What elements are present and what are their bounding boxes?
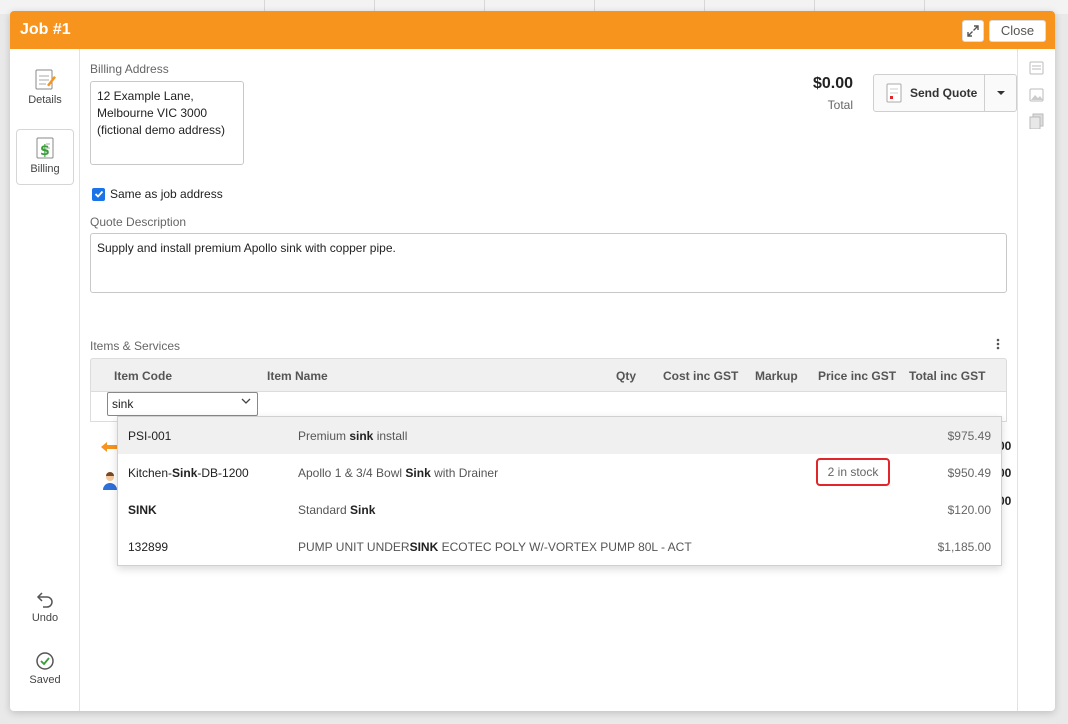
suggestion-row[interactable]: Kitchen-Sink-DB-1200 Apollo 1 & 3/4 Bowl… <box>118 454 1001 491</box>
suggestion-row[interactable]: PSI-001 Premium sink install $975.49 <box>118 417 1001 454</box>
send-quote-menu-button[interactable] <box>984 75 1016 111</box>
same-as-job-checkbox[interactable] <box>92 187 105 201</box>
left-rail: Details $ Billing Undo Saved <box>10 49 80 711</box>
suggestion-price: $1,185.00 <box>937 540 991 554</box>
send-quote-button[interactable]: Send Quote <box>874 75 984 111</box>
col-markup: Markup <box>755 369 798 383</box>
rail-item-details[interactable]: Details <box>16 61 74 117</box>
modal-header: Job #1 Close <box>10 11 1055 49</box>
item-code-search-input[interactable]: sink <box>107 392 258 416</box>
quote-document-icon <box>886 83 902 103</box>
total-label: Total <box>827 98 853 112</box>
svg-text:$: $ <box>40 143 50 159</box>
same-as-job-row[interactable]: Same as job address <box>92 187 223 201</box>
saved-check-icon <box>36 652 54 670</box>
rail-label-details: Details <box>28 94 62 106</box>
suggestion-code: SINK <box>128 503 157 517</box>
suggestion-price: $950.49 <box>947 466 991 480</box>
col-qty: Qty <box>616 369 637 383</box>
expand-button[interactable] <box>962 20 984 42</box>
col-item-code: Item Code <box>114 369 173 383</box>
send-quote-group: Send Quote <box>873 74 1017 112</box>
quote-description-field[interactable]: Supply and install premium Apollo sink w… <box>90 233 1007 293</box>
suggestion-name: Standard Sink <box>298 503 376 517</box>
saved-status: Saved <box>16 645 74 701</box>
suggestion-code: PSI-001 <box>128 429 172 443</box>
rail-item-billing[interactable]: $ Billing <box>16 129 74 185</box>
suggestion-row[interactable]: 132899 PUMP UNIT UNDERSINK ECOTEC POLY W… <box>118 528 1001 565</box>
item-code-search-value: sink <box>112 397 134 411</box>
total-amount: $0.00 <box>812 75 853 92</box>
image-icon[interactable] <box>1029 88 1044 102</box>
same-as-job-label: Same as job address <box>110 187 223 201</box>
copy-document-icon[interactable] <box>1029 113 1044 129</box>
notes-icon[interactable] <box>1029 61 1044 75</box>
suggestion-name: Apollo 1 & 3/4 Bowl Sink with Drainer <box>298 466 499 480</box>
suggestion-code: Kitchen-Sink-DB-1200 <box>128 466 249 480</box>
dollar-document-icon: $ <box>36 137 54 159</box>
suggestion-name: Premium sink install <box>298 429 408 443</box>
col-item-name: Item Name <box>267 369 328 383</box>
close-button[interactable]: Close <box>989 20 1046 42</box>
rail-label-billing: Billing <box>30 163 60 175</box>
send-quote-label: Send Quote <box>910 86 978 100</box>
suggestion-price: $120.00 <box>947 503 991 517</box>
undo-icon <box>36 592 53 608</box>
items-section-label: Items & Services <box>90 339 181 353</box>
suggestion-price: $975.49 <box>947 429 991 443</box>
saved-label: Saved <box>29 674 61 686</box>
reorder-arrow-icon <box>101 442 117 452</box>
checkmark-icon <box>94 190 103 198</box>
expand-icon <box>967 25 979 37</box>
col-price: Price inc GST <box>818 369 897 383</box>
suggestion-name: PUMP UNIT UNDERSINK ECOTEC POLY W/-VORTE… <box>298 540 692 554</box>
quote-description-label: Quote Description <box>90 215 187 229</box>
job-modal: Job #1 Close Details $ Billing Undo Save… <box>10 11 1055 711</box>
modal-title: Job #1 <box>20 21 71 38</box>
more-options-icon[interactable] <box>996 338 1000 350</box>
undo-label: Undo <box>31 612 59 624</box>
right-rail <box>1017 49 1055 711</box>
person-icon <box>103 472 117 490</box>
suggestion-row[interactable]: SINK Standard Sink $120.00 <box>118 491 1001 528</box>
billing-address-label: Billing Address <box>90 62 169 76</box>
billing-address-field[interactable]: 12 Example Lane, Melbourne VIC 3000 (fic… <box>90 81 244 165</box>
item-suggestions-dropdown: PSI-001 Premium sink install $975.49 Kit… <box>117 416 1002 566</box>
chevron-down-icon <box>241 398 251 404</box>
stock-badge: 2 in stock <box>816 458 890 486</box>
suggestion-code: 132899 <box>128 540 169 554</box>
caret-down-icon <box>996 91 1005 95</box>
col-total: Total inc GST <box>909 369 986 383</box>
items-table-header: Item Code Item Name Qty Cost inc GST Mar… <box>90 358 1007 392</box>
billing-content: Billing Address 12 Example Lane, Melbour… <box>90 49 1017 711</box>
notepad-icon <box>35 69 56 90</box>
undo-button[interactable]: Undo <box>16 583 74 639</box>
col-cost: Cost inc GST <box>663 369 739 383</box>
